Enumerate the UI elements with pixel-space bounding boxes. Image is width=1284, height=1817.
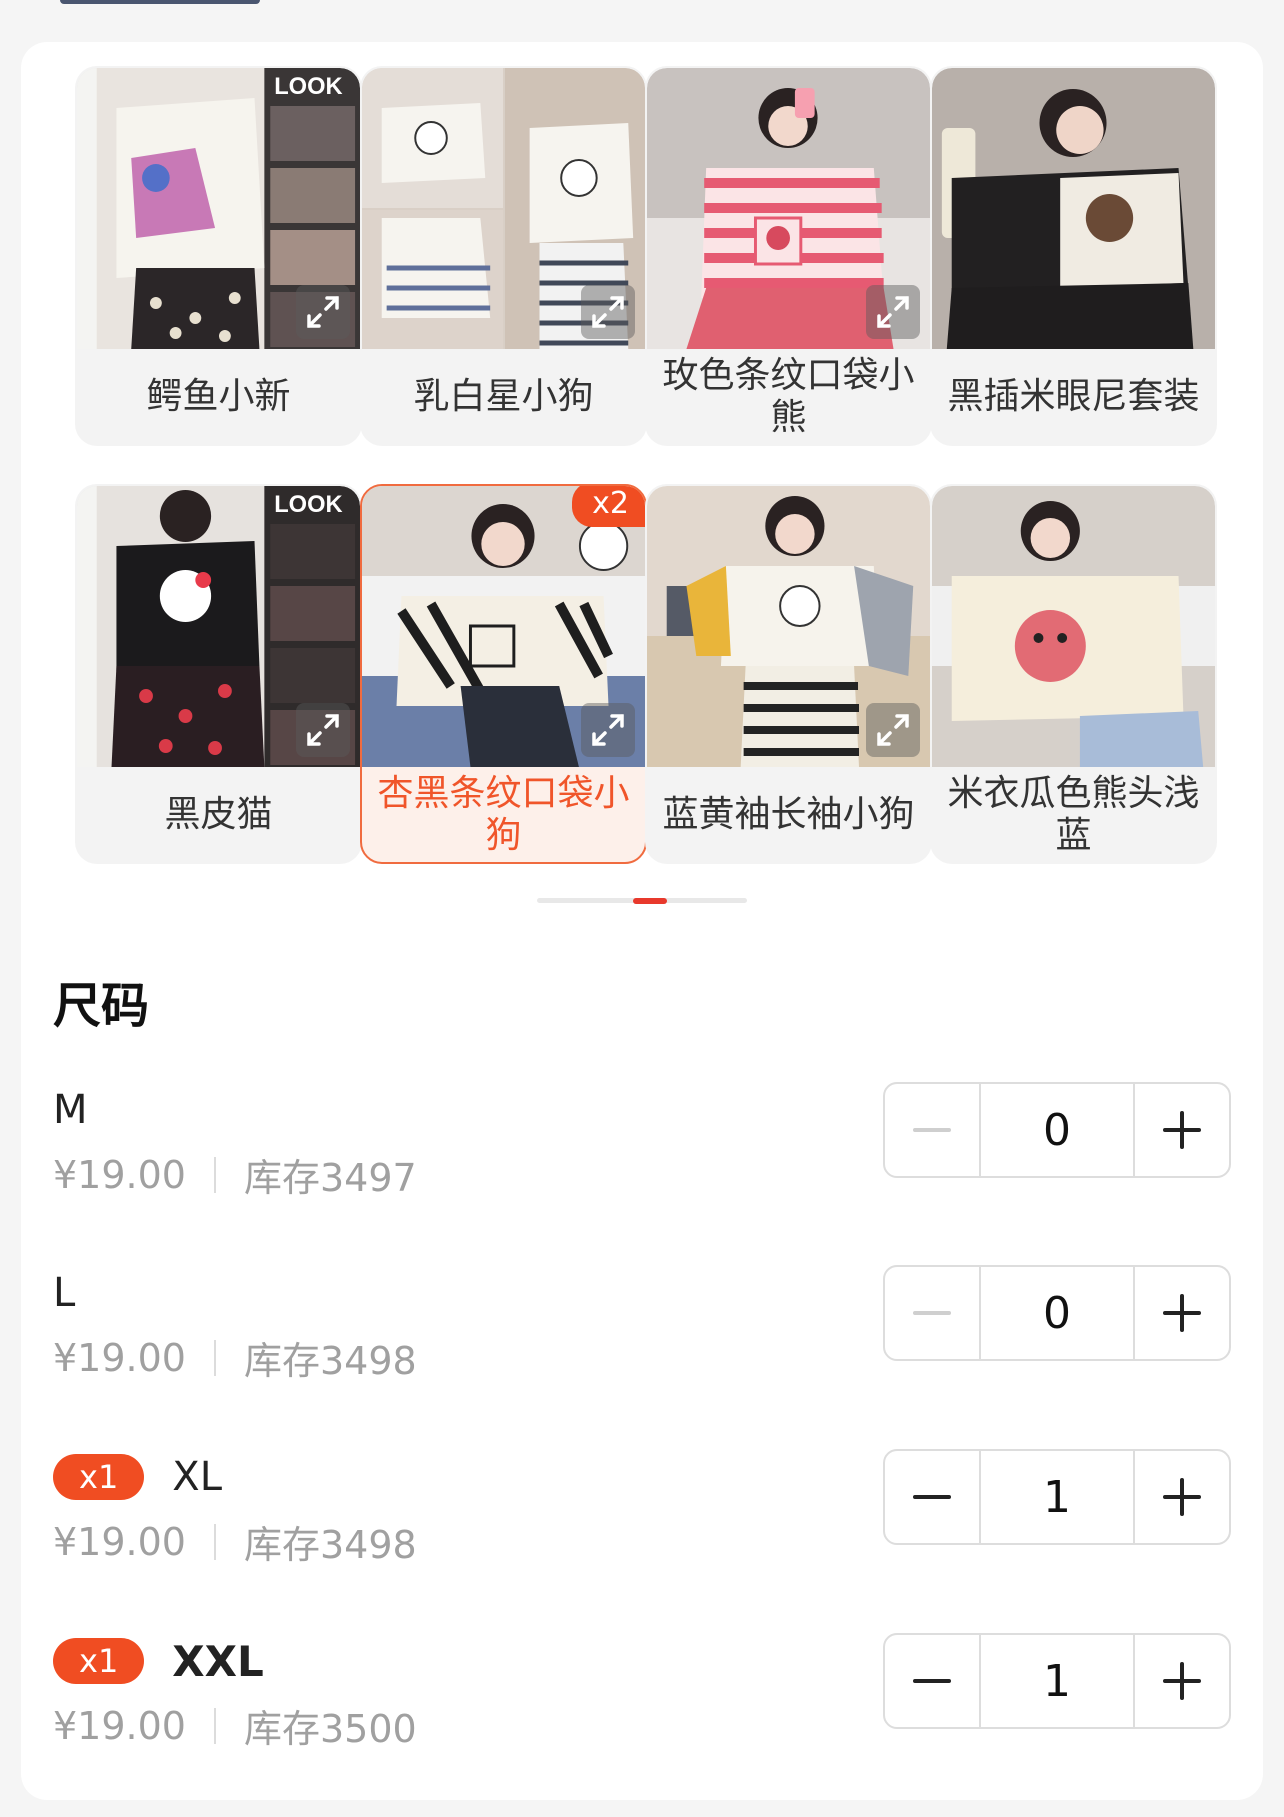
size-row-xxl: x1 XXL ¥19.00 库存3500 1	[53, 1633, 1233, 1756]
variant-thumbnail: LOOK	[77, 68, 360, 349]
size-stock: 库存3497	[243, 1156, 417, 1200]
quantity-input[interactable]: 1	[979, 1451, 1135, 1543]
size-name-line: x1 XXL	[53, 1636, 264, 1686]
variant-label: 黑插米眼尼套装	[947, 375, 1200, 417]
decrease-button[interactable]	[885, 1084, 979, 1176]
size-row-xl: x1 XL ¥19.00 库存3498 1	[53, 1449, 1233, 1572]
size-row-l: L ¥19.00 库存3498 0	[53, 1265, 1233, 1388]
size-name-line: L	[53, 1268, 75, 1318]
variant-label: 黑皮猫	[164, 793, 273, 835]
expand-icon[interactable]	[866, 285, 920, 339]
quantity-stepper: 1	[883, 1633, 1231, 1729]
plus-icon	[1163, 1662, 1201, 1700]
size-name: XXL	[172, 1636, 264, 1686]
selected-count-badge: x1	[53, 1638, 145, 1684]
variant-label: 杏黑条纹口袋小狗	[377, 772, 630, 856]
plus-icon	[1163, 1111, 1201, 1149]
selected-count-badge: x2	[572, 486, 645, 527]
variant-label: 玫色条纹口袋小熊	[662, 354, 915, 438]
variant-thumbnail	[362, 68, 645, 349]
size-section-title: 尺码	[53, 978, 150, 1034]
variant-card[interactable]: LOOK 黑皮猫	[75, 484, 362, 864]
size-info: ¥19.00 库存3498	[53, 1514, 417, 1569]
quantity-input[interactable]: 0	[979, 1084, 1135, 1176]
size-name: M	[53, 1087, 88, 1133]
variant-card[interactable]: 蓝黄袖长袖小狗	[645, 484, 932, 864]
variant-label: 米衣瓜色熊头浅蓝	[947, 772, 1200, 856]
variant-thumbnail: LOOK	[77, 486, 360, 767]
svg-text:LOOK: LOOK	[274, 73, 342, 100]
increase-button[interactable]	[1135, 1267, 1229, 1359]
expand-icon[interactable]	[866, 703, 920, 757]
size-price: ¥19.00	[53, 1703, 186, 1748]
variant-carousel[interactable]: LOOK 鳄鱼小新 乳白星小狗 玫色条纹口袋小熊 黑插米眼尼套装 LOOK 黑皮…	[75, 66, 1253, 906]
size-stock: 库存3498	[243, 1339, 417, 1383]
variant-thumbnail	[647, 68, 930, 349]
divider	[213, 1156, 216, 1193]
variant-card[interactable]: 乳白星小狗	[360, 66, 647, 446]
size-stock: 库存3498	[243, 1523, 417, 1567]
size-row-m: M ¥19.00 库存3497 0	[53, 1082, 1233, 1205]
variant-card-selected[interactable]: x2 杏黑条纹口袋小狗	[360, 484, 647, 864]
expand-icon[interactable]	[581, 285, 635, 339]
size-name-line: x1 XL	[53, 1452, 222, 1502]
plus-icon	[1163, 1478, 1201, 1516]
size-price: ¥19.00	[53, 1152, 186, 1197]
minus-icon	[913, 1128, 951, 1132]
increase-button[interactable]	[1135, 1451, 1229, 1543]
size-price: ¥19.00	[53, 1335, 186, 1380]
expand-icon[interactable]	[296, 285, 350, 339]
divider	[213, 1707, 216, 1744]
variant-thumbnail	[647, 486, 930, 767]
variant-label: 蓝黄袖长袖小狗	[662, 793, 915, 835]
variant-thumbnail	[932, 68, 1215, 349]
increase-button[interactable]	[1135, 1635, 1229, 1727]
size-stock: 库存3500	[243, 1707, 417, 1751]
variant-thumbnail	[932, 486, 1215, 767]
size-name-line: M	[53, 1085, 88, 1135]
divider	[213, 1339, 216, 1376]
minus-icon	[913, 1495, 951, 1499]
plus-icon	[1163, 1294, 1201, 1332]
size-price: ¥19.00	[53, 1519, 186, 1564]
size-name: L	[53, 1270, 76, 1316]
variant-card[interactable]: LOOK 鳄鱼小新	[75, 66, 362, 446]
quantity-stepper: 0	[883, 1082, 1231, 1178]
svg-text:LOOK: LOOK	[274, 491, 342, 518]
size-name: XL	[172, 1454, 222, 1500]
top-image-strip	[60, 0, 260, 4]
increase-button[interactable]	[1135, 1084, 1229, 1176]
size-info: ¥19.00 库存3498	[53, 1330, 417, 1385]
size-info: ¥19.00 库存3500	[53, 1698, 417, 1753]
size-info: ¥19.00 库存3497	[53, 1147, 417, 1202]
decrease-button[interactable]	[885, 1267, 979, 1359]
variant-label: 鳄鱼小新	[146, 375, 291, 417]
variant-label: 乳白星小狗	[413, 375, 594, 417]
decrease-button[interactable]	[885, 1635, 979, 1727]
quantity-stepper: 1	[883, 1449, 1231, 1545]
selected-count-badge: x1	[53, 1454, 145, 1500]
minus-icon	[913, 1311, 951, 1315]
carousel-indicator-active	[633, 898, 667, 904]
quantity-input[interactable]: 1	[979, 1635, 1135, 1727]
quantity-input[interactable]: 0	[979, 1267, 1135, 1359]
sku-panel: LOOK 鳄鱼小新 乳白星小狗 玫色条纹口袋小熊 黑插米眼尼套装 LOOK 黑皮…	[21, 42, 1263, 1800]
decrease-button[interactable]	[885, 1451, 979, 1543]
expand-icon[interactable]	[296, 703, 350, 757]
variant-card[interactable]: 黑插米眼尼套装	[930, 66, 1217, 446]
expand-icon[interactable]	[581, 703, 635, 757]
variant-thumbnail	[362, 486, 645, 767]
divider	[213, 1523, 216, 1560]
variant-card[interactable]: 米衣瓜色熊头浅蓝	[930, 484, 1217, 864]
variant-card[interactable]: 玫色条纹口袋小熊	[645, 66, 932, 446]
quantity-stepper: 0	[883, 1265, 1231, 1361]
minus-icon	[913, 1679, 951, 1683]
